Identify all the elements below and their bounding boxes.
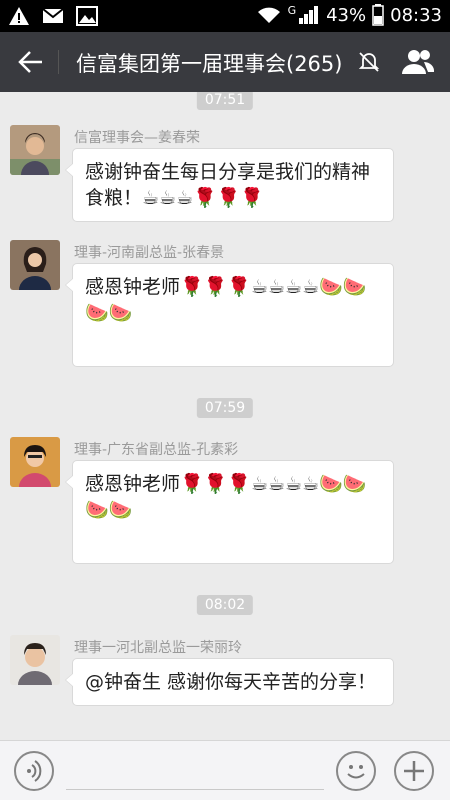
sender-name: 理事-河南副总监-张春景	[74, 245, 225, 261]
status-bar: G 43% 08:33	[0, 0, 450, 32]
emoji-icon[interactable]	[336, 751, 376, 791]
back-arrow-icon[interactable]	[14, 46, 46, 78]
input-bar	[0, 740, 450, 800]
clock: 08:33	[390, 4, 442, 26]
alert-icon	[9, 7, 29, 25]
mute-bell-icon	[358, 52, 380, 72]
voice-icon[interactable]	[14, 751, 54, 791]
sender-name: 理事一河北副总监一荣丽玲	[74, 640, 242, 656]
image-icon	[76, 6, 98, 26]
page-title: 信富集团第一届理事会(265)	[76, 52, 343, 76]
sender-name: 信富理事会—姜春荣	[74, 130, 200, 146]
chat-header: 信富集团第一届理事会(265)	[0, 32, 450, 92]
header-divider	[58, 50, 59, 74]
signal-icon	[299, 6, 319, 24]
timestamp: 07:59	[196, 398, 254, 418]
message-bubble[interactable]: @钟奋生 感谢你每天辛苦的分享！	[65, 658, 394, 706]
avatar[interactable]	[10, 437, 60, 487]
battery-percent: 43%	[326, 4, 367, 26]
avatar[interactable]	[10, 240, 60, 290]
timestamp: 07:51	[196, 92, 254, 110]
message-input[interactable]	[66, 789, 324, 790]
avatar[interactable]	[10, 125, 60, 175]
battery-icon	[372, 4, 384, 26]
group-members-icon[interactable]	[400, 46, 436, 78]
message-bubble[interactable]: 感恩钟老师🌹🌹🌹☕☕☕☕🍉🍉🍉🍉	[65, 460, 394, 564]
message-list[interactable]: 07:51 信富理事会—姜春荣 感谢钟奋生每日分享是我们的精神食粮！☕☕☕🌹🌹🌹…	[0, 92, 450, 740]
plus-icon[interactable]	[394, 751, 434, 791]
message-bubble[interactable]: 感谢钟奋生每日分享是我们的精神食粮！☕☕☕🌹🌹🌹	[65, 148, 394, 222]
avatar[interactable]	[10, 635, 60, 685]
mail-icon	[42, 8, 64, 23]
sender-name: 理事-广东省副总监-孔素彩	[74, 442, 239, 458]
message-bubble[interactable]: 感恩钟老师🌹🌹🌹☕☕☕☕🍉🍉🍉🍉	[65, 263, 394, 367]
timestamp: 08:02	[196, 595, 254, 615]
network-type: G	[287, 3, 297, 17]
wifi-icon	[257, 7, 280, 23]
